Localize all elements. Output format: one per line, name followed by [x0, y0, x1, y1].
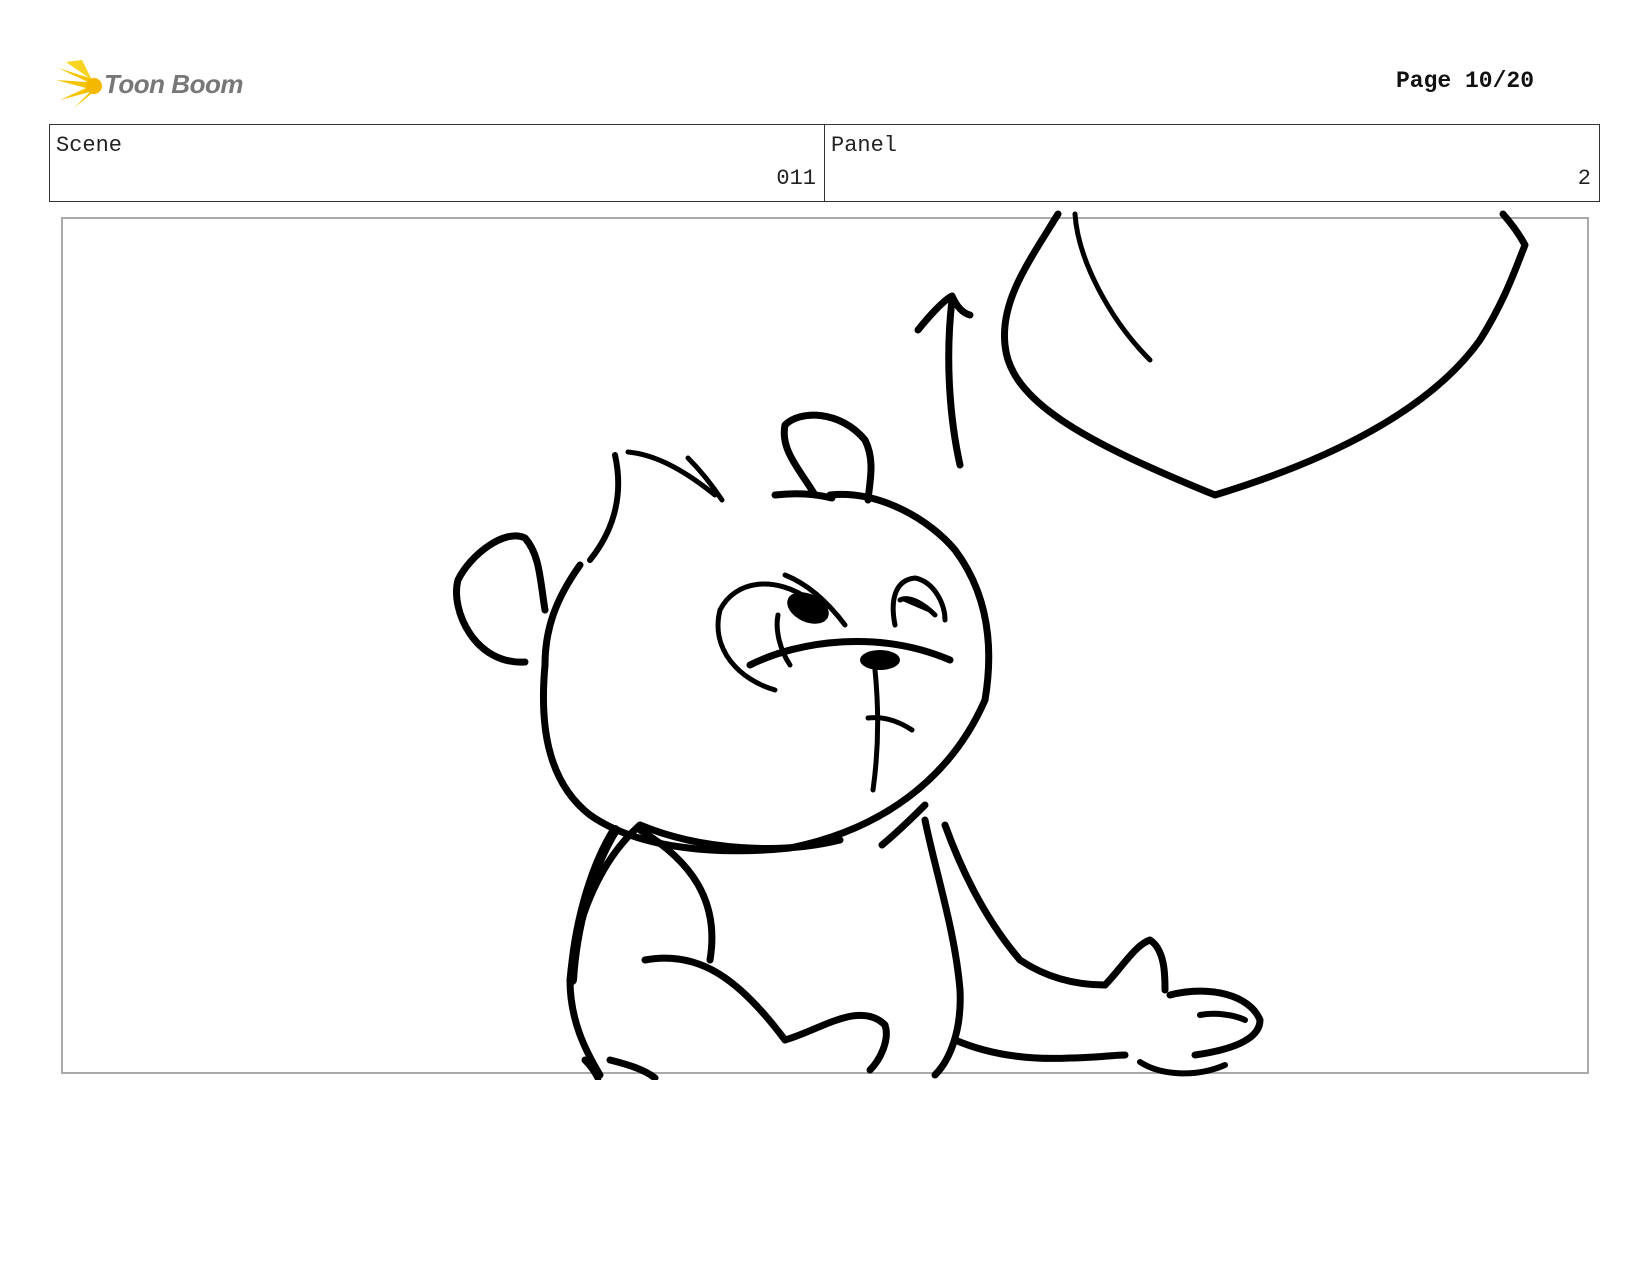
panel-label: Panel: [831, 133, 898, 158]
scene-label: Scene: [56, 133, 123, 158]
bear-cub: [453, 411, 1264, 1080]
storyboard-sketch: [0, 205, 1650, 1080]
logo-text: Toon Boom: [104, 69, 243, 99]
up-arrow-icon: [914, 292, 974, 469]
scene-cell: Scene 011: [50, 125, 824, 201]
scene-value: 011: [776, 166, 816, 191]
scene-panel-table: Scene 011 Panel 2: [49, 124, 1600, 202]
starburst-logo-icon: [56, 60, 102, 108]
page-number: Page 10/20: [1395, 68, 1534, 94]
object-above: [1000, 210, 1529, 499]
panel-value: 2: [1577, 166, 1591, 191]
panel-cell: Panel 2: [824, 125, 1599, 201]
toon-boom-logo: Toon Boom: [52, 56, 262, 112]
